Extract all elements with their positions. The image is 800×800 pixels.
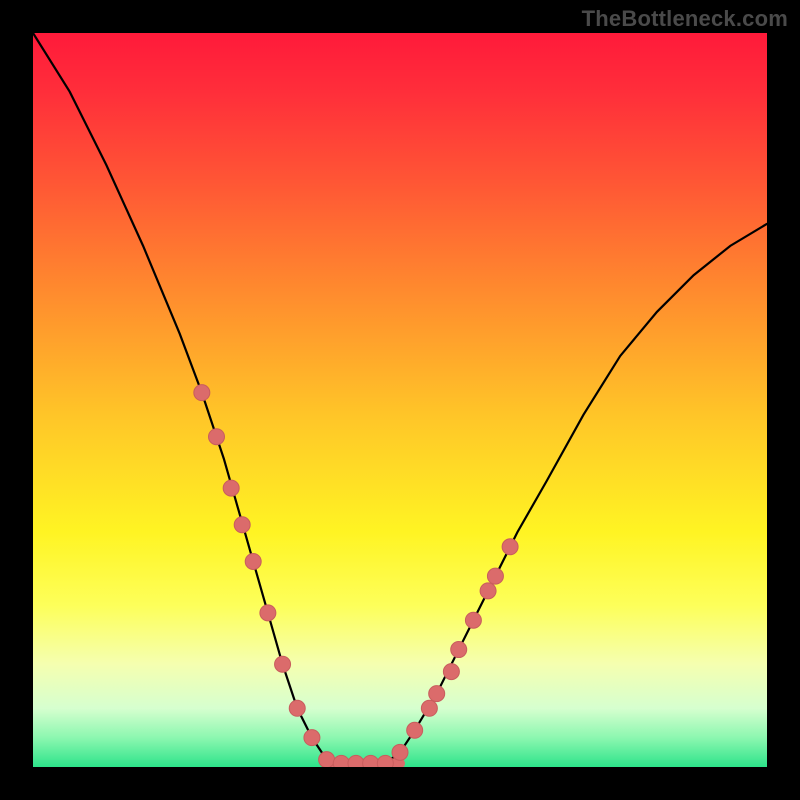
curve-left-branch <box>33 33 356 767</box>
watermark-text: TheBottleneck.com <box>582 6 788 32</box>
curve-markers <box>194 385 518 767</box>
marker-dot <box>392 744 408 760</box>
marker-dot <box>429 686 445 702</box>
marker-dot <box>407 722 423 738</box>
marker-dot <box>275 656 291 672</box>
chart-frame: TheBottleneck.com <box>0 0 800 800</box>
marker-dot <box>319 752 335 767</box>
marker-dot <box>348 755 364 767</box>
marker-dot <box>451 642 467 658</box>
marker-dot <box>480 583 496 599</box>
marker-dot <box>209 429 225 445</box>
marker-dot <box>421 700 437 716</box>
plot-area <box>33 33 767 767</box>
marker-dot <box>502 539 518 555</box>
curve-svg <box>33 33 767 767</box>
marker-dot <box>223 480 239 496</box>
marker-dot <box>443 664 459 680</box>
marker-dot <box>260 605 276 621</box>
marker-dot <box>487 568 503 584</box>
marker-dot <box>245 553 261 569</box>
marker-dot <box>289 700 305 716</box>
marker-dot <box>465 612 481 628</box>
marker-dot <box>363 755 379 767</box>
marker-dot <box>377 755 393 767</box>
marker-dot <box>234 517 250 533</box>
curve-right-branch <box>371 224 767 767</box>
marker-dot <box>304 730 320 746</box>
marker-dot <box>194 385 210 401</box>
marker-dot <box>333 755 349 767</box>
